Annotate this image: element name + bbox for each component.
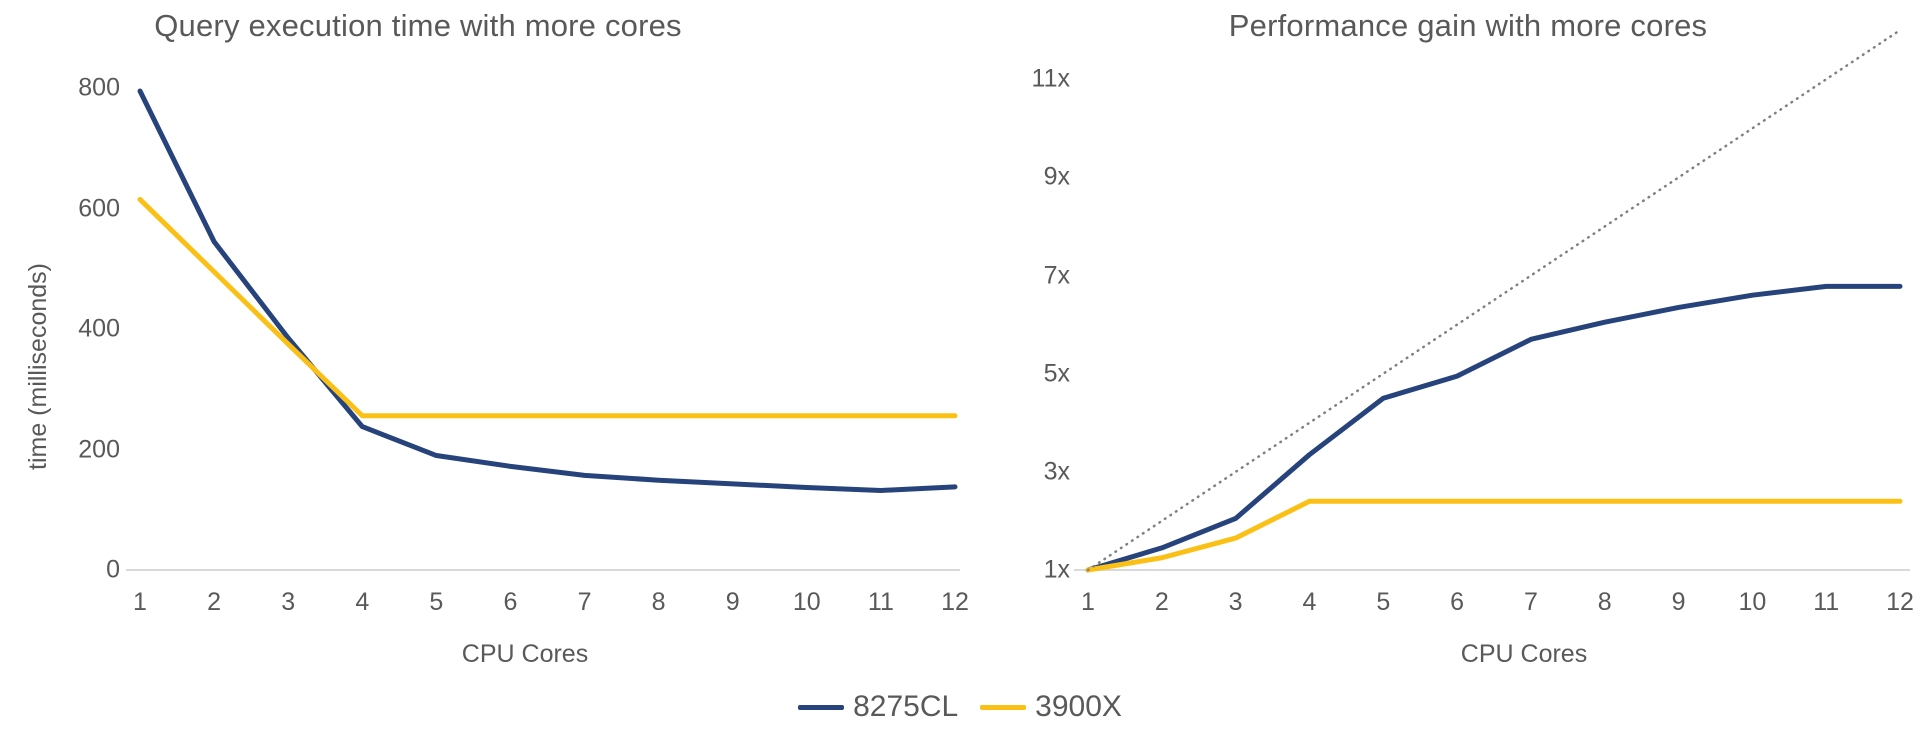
series-line-8275cl [1085,283,1903,573]
x-tick-label: 10 [1738,588,1767,616]
legend-label: 8275CL [853,690,959,723]
x-tick-label: 6 [503,588,518,616]
chart-legend: 8275CL 3900X [0,690,1920,724]
x-tick-label: 2 [1154,588,1169,616]
y-tick-label: 11x [1031,64,1070,93]
x-tick-label: 5 [1376,588,1391,616]
y-tick-label: 7x [1043,261,1070,290]
x-tick-label: 11 [867,588,894,616]
y-tick-label: 0 [106,555,120,584]
legend-label: 3900X [1035,690,1122,723]
y-tick-label: 3x [1043,457,1070,486]
y-tick-label: 600 [78,194,120,222]
x-tick-label: 3 [1228,588,1243,616]
x-tick-label: 1 [1081,588,1095,616]
chart-query-execution-time: Query execution time with more cores tim… [0,0,969,672]
x-tick-label: 8 [651,588,666,616]
legend-swatch-icon [980,704,1027,710]
y-tick-label: 800 [78,73,120,102]
legend-swatch-icon [798,704,845,710]
y-tick-label: 200 [78,435,120,463]
chart-performance-gain: Performance gain with more cores Perform… [960,0,1920,672]
x-tick-label: 5 [429,588,444,616]
y-tick-label: 400 [78,314,120,343]
plot-area-right [1074,28,1910,573]
x-tick-label: 9 [725,588,740,616]
y-tick-label: 5x [1043,359,1070,388]
x-tick-label: 8 [1597,588,1612,616]
x-tick-label: 6 [1450,588,1465,616]
charts-row: Query execution time with more cores tim… [0,0,1920,672]
x-tick-label: 2 [207,588,222,616]
x-tick-label: 10 [792,588,821,616]
plot-area-left [126,88,960,571]
legend-item-8275cl[interactable]: 8275CL [798,690,958,724]
x-tick-label: 9 [1671,588,1686,616]
x-tick-label: 4 [355,588,370,616]
series-line-3900x [1085,498,1903,573]
x-tick-label: 3 [281,588,296,616]
x-tick-label: 12 [1886,588,1914,616]
y-tick-label: 1x [1043,555,1070,584]
y-tick-label: 9x [1043,162,1070,191]
legend-item-3900x[interactable]: 3900X [980,690,1122,724]
x-tick-label: 4 [1302,588,1317,616]
series-line-linear-scaling [1086,28,1902,572]
x-tick-label: 7 [1523,588,1538,616]
x-tick-label: 1 [133,588,147,616]
x-tick-label: 7 [577,588,592,616]
x-tick-label: 11 [1813,588,1840,616]
series-line-8275cl [137,88,958,493]
